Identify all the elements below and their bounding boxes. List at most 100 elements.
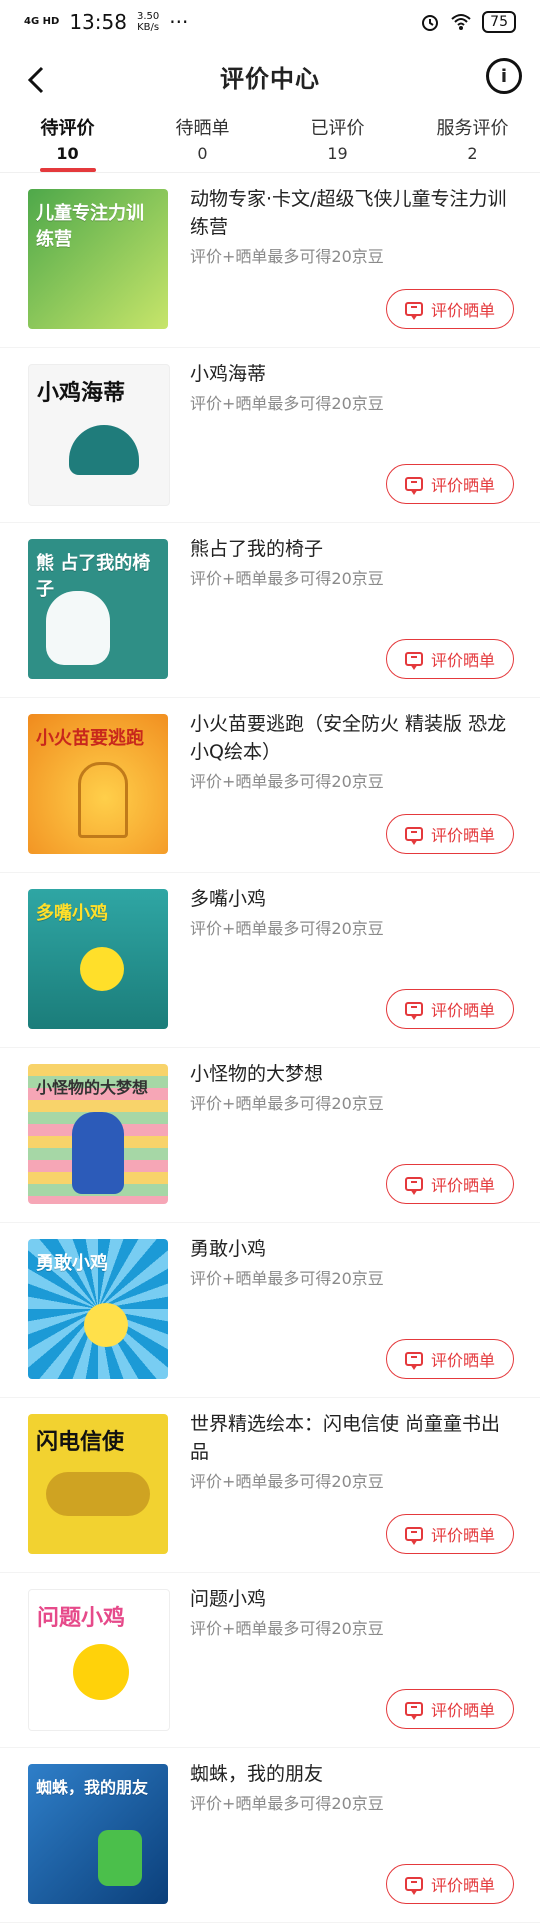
promo-text: 评价+晒单最多可得20京豆 (190, 1269, 384, 1288)
back-button[interactable] (18, 60, 58, 100)
battery-indicator: 75 (482, 11, 516, 33)
list-item[interactable]: 儿童专注力训练营 动物专家·卡文/超级飞侠儿童专注力训练营 评价+晒单最多可得2… (0, 173, 540, 348)
cover-illustration (78, 762, 128, 838)
cover-title: 小鸡海蒂 (37, 381, 126, 406)
product-name[interactable]: 问题小鸡 (190, 1585, 512, 1613)
review-button-label: 评价晒单 (430, 1001, 495, 1020)
tab-label: 待晒单 (175, 118, 230, 139)
net-speed-value: 3.50 (136, 11, 160, 22)
list-item[interactable]: 蜘蛛，我的朋友 蜘蛛，我的朋友 评价+晒单最多可得20京豆 评价晒单 (0, 1748, 540, 1923)
product-name[interactable]: 小怪物的大梦想 (190, 1060, 512, 1088)
list-item[interactable]: 勇敢小鸡 勇敢小鸡 评价+晒单最多可得20京豆 评价晒单 (0, 1223, 540, 1398)
product-name[interactable]: 动物专家·卡文/超级飞侠儿童专注力训练营 (190, 185, 512, 241)
product-cover[interactable]: 蜘蛛，我的朋友 (28, 1764, 168, 1904)
product-name[interactable]: 世界精选绘本：闪电信使 尚童童书出品 (190, 1410, 512, 1466)
title-bar: 评价中心 i (0, 44, 540, 108)
review-button-label: 评价晒单 (430, 1876, 495, 1895)
review-button[interactable]: 评价晒单 (386, 1164, 514, 1204)
cover-illustration (98, 1830, 142, 1886)
tab-pending-review[interactable]: 待评价 10 (0, 108, 135, 172)
cover-title: 问题小鸡 (37, 1606, 126, 1631)
info-icon[interactable]: i (486, 58, 522, 94)
product-cover[interactable]: 儿童专注力训练营 (28, 189, 168, 329)
product-cover[interactable]: 问题小鸡 (28, 1589, 170, 1731)
comment-icon (404, 1177, 423, 1195)
page-title: 评价中心 (220, 64, 320, 93)
product-name[interactable]: 多嘴小鸡 (190, 885, 512, 913)
comment-icon (404, 1002, 423, 1020)
cover-illustration (80, 947, 124, 991)
product-name[interactable]: 小鸡海蒂 (190, 360, 512, 388)
cover-illustration (72, 1112, 124, 1194)
review-list: 儿童专注力训练营 动物专家·卡文/超级飞侠儿童专注力训练营 评价+晒单最多可得2… (0, 173, 540, 1923)
review-button[interactable]: 评价晒单 (386, 464, 514, 504)
product-name[interactable]: 小火苗要逃跑（安全防火 精装版 恐龙小Q绘本） (190, 710, 512, 766)
promo-text: 评价+晒单最多可得20京豆 (190, 919, 384, 938)
product-name[interactable]: 熊占了我的椅子 (190, 535, 512, 563)
review-button-label: 评价晒单 (430, 476, 495, 495)
status-left: 4G HD 13:58 3.50 KB/s ··· (24, 10, 188, 34)
tab-reviewed[interactable]: 已评价 19 (270, 108, 405, 172)
review-button[interactable]: 评价晒单 (386, 1864, 514, 1904)
cover-title: 蜘蛛，我的朋友 (36, 1778, 149, 1797)
review-button-label: 评价晒单 (430, 826, 495, 845)
review-button[interactable]: 评价晒单 (386, 1514, 514, 1554)
product-name[interactable]: 蜘蛛，我的朋友 (190, 1760, 512, 1788)
review-button[interactable]: 评价晒单 (386, 1689, 514, 1729)
product-name[interactable]: 勇敢小鸡 (190, 1235, 512, 1263)
comment-icon (404, 652, 423, 670)
review-button[interactable]: 评价晒单 (386, 289, 514, 329)
list-item[interactable]: 小火苗要逃跑 小火苗要逃跑（安全防火 精装版 恐龙小Q绘本） 评价+晒单最多可得… (0, 698, 540, 873)
list-item[interactable]: 闪电信使 世界精选绘本：闪电信使 尚童童书出品 评价+晒单最多可得20京豆 评价… (0, 1398, 540, 1573)
list-item[interactable]: 多嘴小鸡 多嘴小鸡 评价+晒单最多可得20京豆 评价晒单 (0, 873, 540, 1048)
product-cover[interactable]: 熊 占了我的椅子 (28, 539, 168, 679)
tab-pending-photos[interactable]: 待晒单 0 (135, 108, 270, 172)
review-button-label: 评价晒单 (430, 1351, 495, 1370)
clock: 13:58 (69, 10, 127, 34)
comment-icon (404, 1527, 423, 1545)
tab-service-review[interactable]: 服务评价 2 (405, 108, 540, 172)
product-cover[interactable]: 勇敢小鸡 (28, 1239, 168, 1379)
list-item[interactable]: 小鸡海蒂 小鸡海蒂 评价+晒单最多可得20京豆 评价晒单 (0, 348, 540, 523)
network-indicator: 4G HD (24, 16, 60, 27)
product-cover[interactable]: 小火苗要逃跑 (28, 714, 168, 854)
alarm-icon (422, 15, 439, 31)
list-item[interactable]: 小怪物的大梦想 小怪物的大梦想 评价+晒单最多可得20京豆 评价晒单 (0, 1048, 540, 1223)
tab-count: 10 (56, 144, 79, 163)
review-button-label: 评价晒单 (430, 1701, 495, 1720)
cover-illustration (84, 1303, 128, 1347)
review-button-label: 评价晒单 (430, 1176, 495, 1195)
review-button[interactable]: 评价晒单 (386, 639, 514, 679)
cover-title: 多嘴小鸡 (36, 903, 108, 924)
tab-count: 19 (327, 144, 348, 163)
review-tabs: 待评价 10 待晒单 0 已评价 19 服务评价 2 (0, 108, 540, 173)
cover-illustration (46, 591, 110, 665)
list-item[interactable]: 熊 占了我的椅子 熊占了我的椅子 评价+晒单最多可得20京豆 评价晒单 (0, 523, 540, 698)
tab-label: 已评价 (310, 118, 365, 139)
promo-text: 评价+晒单最多可得20京豆 (190, 247, 384, 266)
list-item[interactable]: 问题小鸡 问题小鸡 评价+晒单最多可得20京豆 评价晒单 (0, 1573, 540, 1748)
comment-icon (404, 827, 423, 845)
cover-illustration (69, 425, 139, 475)
product-cover[interactable]: 闪电信使 (28, 1414, 168, 1554)
product-cover[interactable]: 小鸡海蒂 (28, 364, 170, 506)
promo-text: 评价+晒单最多可得20京豆 (190, 1794, 384, 1813)
product-cover[interactable]: 多嘴小鸡 (28, 889, 168, 1029)
review-button[interactable]: 评价晒单 (386, 989, 514, 1029)
review-button[interactable]: 评价晒单 (386, 814, 514, 854)
net-speed: 3.50 KB/s (137, 11, 159, 33)
cover-title: 熊 占了我的椅子 (36, 553, 151, 600)
tab-count: 0 (197, 144, 208, 163)
cover-title: 闪电信使 (36, 1430, 125, 1455)
promo-text: 评价+晒单最多可得20京豆 (190, 394, 384, 413)
review-button-label: 评价晒单 (430, 651, 495, 670)
cover-title: 小火苗要逃跑 (36, 728, 144, 749)
review-button-label: 评价晒单 (430, 1526, 495, 1545)
tab-count: 2 (467, 144, 478, 163)
review-button[interactable]: 评价晒单 (386, 1339, 514, 1379)
status-right: 75 (420, 11, 516, 33)
tab-label: 服务评价 (436, 118, 509, 139)
product-cover[interactable]: 小怪物的大梦想 (28, 1064, 168, 1204)
comment-icon (404, 477, 423, 495)
comment-icon (404, 1877, 423, 1895)
